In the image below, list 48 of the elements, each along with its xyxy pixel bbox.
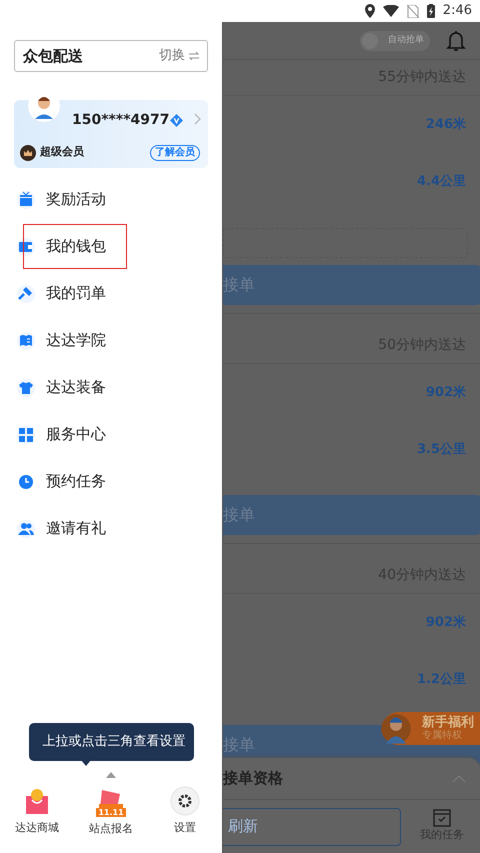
- notification-bell-icon[interactable]: [446, 30, 466, 52]
- event-tag: 11.11: [96, 808, 126, 816]
- menu-item[interactable]: 我的钱包: [0, 223, 222, 270]
- distance-value: 4.4公里: [416, 172, 466, 191]
- shortcut-item[interactable]: 11.11 站点报名: [74, 786, 148, 837]
- battery-icon: [426, 4, 435, 18]
- distance-value: 902米: [426, 384, 466, 402]
- service-switch-field[interactable]: 众包配送 切换: [14, 40, 208, 72]
- member-level: 超级会员: [40, 144, 84, 160]
- note-field[interactable]: [223, 228, 468, 258]
- tooltip-tail-icon: [81, 760, 91, 766]
- menu-item[interactable]: 我的罚单: [0, 270, 222, 317]
- distance-value: 902米: [426, 614, 466, 632]
- swap-icon: [189, 52, 199, 60]
- menu-item[interactable]: 邀请有礼: [0, 505, 222, 552]
- expand-triangle-icon[interactable]: [106, 772, 116, 778]
- grid-icon: [17, 426, 35, 444]
- wifi-icon: [382, 5, 399, 17]
- menu-item[interactable]: 服务中心: [0, 411, 222, 458]
- hint-tooltip: 上拉或点击三角查看设置: [28, 723, 194, 760]
- menu-item[interactable]: 预约任务: [0, 458, 222, 505]
- wallet-icon: [17, 238, 35, 256]
- distance-value: 246米: [426, 116, 466, 134]
- people-icon: [17, 520, 35, 538]
- shirt-icon: [17, 378, 35, 396]
- menu-item[interactable]: 达达装备: [0, 364, 222, 411]
- chevron-right-icon: [194, 113, 202, 125]
- location-icon: [364, 4, 375, 18]
- gavel-icon: [17, 284, 35, 302]
- distance-value: 3.5公里: [416, 440, 466, 459]
- highlight-frame: 我的钱包: [24, 225, 126, 268]
- gift-icon: [17, 190, 35, 208]
- clock-icon: [17, 472, 35, 490]
- shortcut-item[interactable]: 设置: [148, 786, 222, 837]
- menu-item[interactable]: 达达学院: [0, 317, 222, 364]
- book-icon: [17, 332, 35, 350]
- crown-icon: [20, 145, 36, 161]
- distance-value: 1.2公里: [416, 670, 466, 689]
- shortcut-item[interactable]: 达达商城: [0, 786, 74, 837]
- task-box-icon: [433, 809, 451, 828]
- switch-label: 切换: [159, 47, 185, 66]
- service-name: 众包配送: [23, 46, 83, 67]
- member-info-link[interactable]: 了解会员: [150, 145, 200, 161]
- menu-item[interactable]: 奖励活动: [0, 176, 222, 223]
- settings-icon: [170, 786, 200, 816]
- no-sim-icon: [406, 4, 419, 18]
- phone-number: 150****4977: [72, 111, 170, 130]
- clock-time: 2:46: [442, 2, 472, 20]
